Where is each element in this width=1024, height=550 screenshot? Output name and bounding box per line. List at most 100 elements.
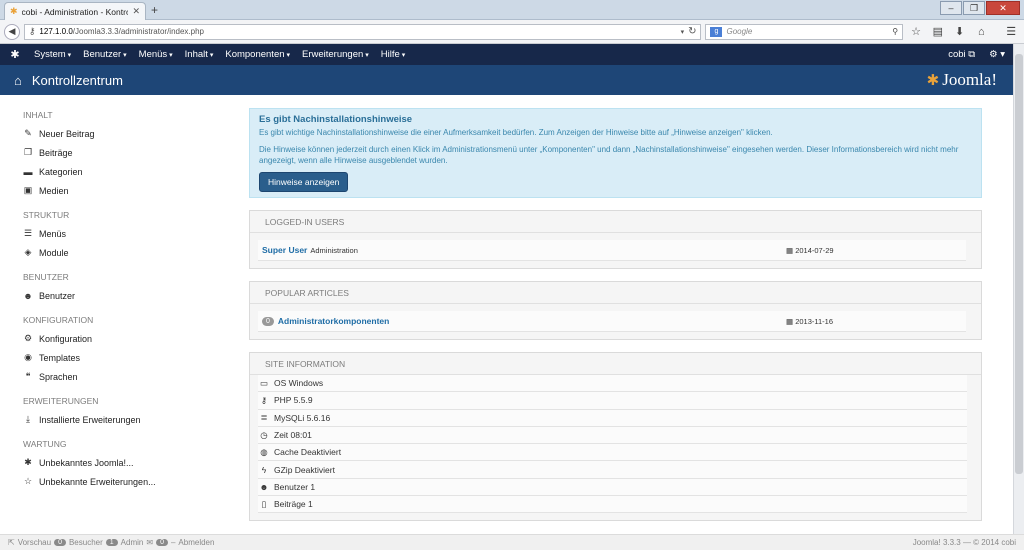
sidebar-item-joomla-update[interactable]: ✱ Unbekanntes Joomla!... [0,453,240,472]
sidebar-item-media[interactable]: ▣ Medien [0,181,240,200]
cube-icon: ◈ [24,247,32,257]
key-icon: ⚷ [260,394,268,405]
menu-system[interactable]: System [34,49,71,60]
alert-text: Es gibt wichtige Nachinstallationshinwei… [259,128,773,137]
version-text: Joomla! 3.3.3 — © 2014 cobi [912,538,1016,547]
sidebar-item-modules[interactable]: ◈ Module [0,243,240,262]
user-link[interactable]: Super User [262,245,307,255]
google-icon[interactable]: g [710,26,723,37]
maximize-button[interactable]: ❐ [963,1,985,15]
list-item: ϟ GZip Deaktiviert [258,461,967,479]
tab-title: cobi - Administration - Kontro... [21,6,129,17]
user-link[interactable]: cobi ⧉ [948,49,975,60]
sidebar-item-languages[interactable]: ❝ Sprachen [0,367,240,386]
calendar-icon: ▦ [786,245,794,255]
joomla-logo-icon[interactable]: ✱ [8,48,22,61]
sidebar-item-menus[interactable]: ☰ Menüs [0,224,240,243]
alert-title: Es gibt Nachinstallationshinweise [259,114,413,125]
article-link[interactable]: Administratorkomponenten [278,316,389,326]
gear-icon: ⚙ [23,333,33,343]
joomla-icon: ✱ [24,457,32,467]
sidebar-item-label: Module [39,247,69,258]
copy-icon: ❐ [23,147,33,157]
download-icon[interactable]: ⬇ [951,25,969,38]
list-item: ◷ Zeit 08:01 [258,426,967,445]
url-bar[interactable]: ⚷ 127.1.0.0/Joomla3.3.3/administrator/in… [23,23,702,40]
main-content: Es gibt Nachinstallationshinweise Es gib… [249,108,982,522]
list-item: ≣ MySQLi 5.6.16 [258,409,967,427]
menu-icon[interactable]: ☰ [1002,25,1020,38]
sidebar-item-installed-extensions[interactable]: ⤓ Installierte Erweiterungen [0,410,240,429]
brand-text: Joomla! [942,70,997,89]
list-item: ☻ Benutzer 1 [258,478,967,497]
search-icon[interactable]: ⚲ [892,27,898,36]
external-link-icon: ⧉ [968,49,976,60]
panel-title: POPULAR ARTICLES [250,282,981,304]
page-scrollbar-thumb[interactable] [1015,54,1023,474]
sidebar-item-label: Benutzer [39,290,76,301]
show-messages-button[interactable]: Hinweise anzeigen [259,172,349,192]
menu-users[interactable]: Benutzer [83,49,127,60]
home-icon[interactable]: ⌂ [972,26,990,38]
sidebar-section-title: WARTUNG [23,439,67,449]
sidebar-item-categories[interactable]: ▬ Kategorien [0,162,240,181]
sidebar-section-title: KONFIGURATION [23,315,94,325]
close-tab-icon[interactable]: ✕ [132,6,140,17]
postinstall-alert: Es gibt Nachinstallationshinweise Es gib… [249,108,982,198]
admin-label: Admin [120,538,144,547]
status-footer: ⇱ Vorschau 0 Besucher 1 Admin ✉ 0 – Abme… [0,534,1024,550]
sidebar-section-title: BENUTZER [23,272,69,282]
sidebar-item-extension-update[interactable]: ☆ Unbekannte Erweiterungen... [0,472,240,491]
logged-in-users-panel: LOGGED-IN USERS Super User Administratio… [249,210,982,269]
url-text: 127.1.0.0/Joomla3.3.3/administrator/inde… [39,27,676,36]
minimize-button[interactable]: – [940,1,962,15]
list-icon: ☰ [23,228,33,238]
star-icon: ☆ [23,476,33,486]
menu-extensions[interactable]: Erweiterungen [302,49,369,60]
panel-title: SITE INFORMATION [250,353,981,375]
browser-tab[interactable]: ✱ cobi - Administration - Kontro... ✕ [4,2,146,20]
user-icon: ☻ [259,481,269,492]
bookmark-star-icon[interactable]: ☆ [907,25,925,38]
menu-content[interactable]: Inhalt [185,49,214,60]
menu-menus[interactable]: Menüs [139,49,173,60]
page-header: ⌂ Kontrollzentrum ✱ Joomla! [0,65,1013,95]
list-item: ◍ Cache Deaktiviert [258,444,967,462]
bookmarks-icon[interactable]: ▤ [929,25,947,38]
close-window-button[interactable]: ✕ [986,1,1020,15]
menu-components[interactable]: Komponenten [225,49,290,60]
visitors-count-badge: 0 [54,539,66,546]
messages-icon[interactable]: ✉ [146,538,153,547]
admin-count-badge: 1 [105,539,118,546]
new-tab-button[interactable]: + [151,3,158,17]
search-bar[interactable]: g Google ⚲ [705,23,904,40]
sidebar-item-configuration[interactable]: ⚙ Konfiguration [0,329,240,348]
sidebar: INHALT ✎ Neuer Beitrag ❐ Beiträge ▬ Kategor… [0,95,240,530]
site-identity-icon[interactable]: ⚷ [29,26,36,37]
preview-icon: ⇱ [8,538,15,547]
sidebar-item-label: Medien [39,185,69,196]
back-button[interactable]: ◀ [4,23,20,40]
sidebar-item-label: Kategorien [39,166,83,177]
sidebar-item-label: Neuer Beitrag [39,128,95,139]
sidebar-item-templates[interactable]: ◉ Templates [0,348,240,367]
settings-gear-icon[interactable]: ⚙ ▾ [989,49,1005,60]
file-icon: ▯ [261,498,267,509]
url-path: /Joomla3.3.3/administrator/index.php [72,27,204,36]
sidebar-item-articles[interactable]: ❐ Beiträge [0,143,240,162]
sidebar-item-users[interactable]: ☻ Benutzer [0,286,240,305]
preview-link[interactable]: Vorschau [18,538,51,547]
browser-nav-bar: ◀ ⚷ 127.1.0.0/Joomla3.3.3/administrator/… [0,20,1024,44]
dropdown-arrow-icon[interactable]: ▾ [681,28,685,36]
reload-icon[interactable]: ↻ [688,26,696,37]
folder-icon: ▬ [23,166,33,177]
user-icon: ☻ [23,290,33,301]
logout-link[interactable]: Abmelden [178,538,214,547]
list-item: ▭ OS Windows [258,375,967,393]
menu-help[interactable]: Hilfe [381,49,405,60]
list-item: ▯ Beiträge 1 [258,496,967,514]
visitors-label: Besucher [68,538,103,547]
sidebar-item-new-article[interactable]: ✎ Neuer Beitrag [0,124,240,143]
comment-icon: ❝ [25,371,31,381]
row-date: ▦ 2013-11-16 [786,316,833,326]
